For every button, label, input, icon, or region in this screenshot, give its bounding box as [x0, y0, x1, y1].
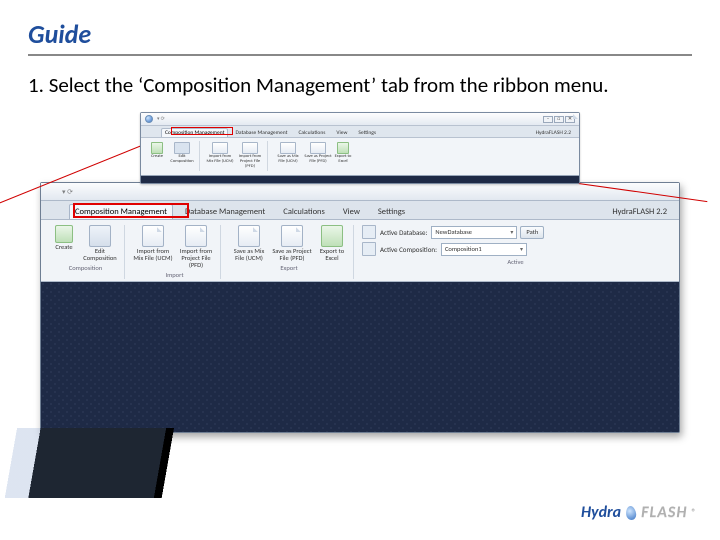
import-ucm-button[interactable]: Import from Mix File (UCM) [206, 142, 234, 169]
group-label: Active [362, 258, 669, 266]
import-pfd-button[interactable]: Import from Project File (PFD) [236, 142, 264, 169]
app-orb-icon [46, 186, 57, 197]
active-database-label: Active Database: [380, 228, 427, 237]
brand-flash: FLASH [641, 503, 687, 522]
group-label: Export [229, 264, 349, 272]
tab-view[interactable]: View [337, 204, 366, 219]
group-active: Active Database: NewDatabase Path Active… [358, 225, 673, 279]
app-orb-icon [145, 115, 153, 123]
database-icon [362, 225, 376, 239]
app-window-small: ▾ ⟳ – □ ✕ Composition Management Databas… [140, 112, 580, 183]
highlight-box-small [171, 127, 233, 135]
tab-database-management[interactable]: Database Management [231, 128, 291, 137]
droplet-icon [625, 505, 637, 520]
save-project-button[interactable]: Save as Project File (PFD) [272, 225, 312, 262]
tab-view[interactable]: View [332, 128, 351, 137]
ribbon-small: Create Edit Composition Import from Mix … [141, 138, 579, 174]
group-label: Composition [51, 264, 120, 272]
group-composition: Create Edit Composition Composition [47, 225, 125, 279]
group-label: Import [133, 271, 216, 279]
tab-calculations[interactable]: Calculations [277, 204, 331, 219]
brand-hydra: Hydra [581, 503, 621, 522]
active-composition-label: Active Composition: [380, 245, 437, 254]
active-database-select[interactable]: NewDatabase [431, 226, 517, 239]
tab-settings[interactable]: Settings [372, 204, 411, 219]
highlight-box-big [73, 203, 189, 218]
path-button[interactable]: Path [520, 226, 544, 239]
create-button[interactable]: Create [51, 225, 77, 262]
ribbon-big: Create Edit Composition Composition Impo… [41, 220, 679, 282]
import-ucm-button[interactable]: Import from Mix File (UCM) [133, 225, 173, 269]
create-button[interactable]: Create [148, 142, 166, 169]
tab-database-management[interactable]: Database Management [179, 204, 271, 219]
edit-composition-button[interactable]: Edit Composition [80, 225, 120, 262]
composition-icon [362, 242, 376, 256]
save-project-button[interactable]: Save as Project File (PFD) [304, 142, 332, 169]
tab-hydraflash[interactable]: HydraFLASH 2.2 [532, 128, 575, 137]
save-mix-button[interactable]: Save as Mix File (UCM) [274, 142, 302, 169]
group-import: Import from Mix File (UCM) Import from P… [129, 225, 221, 279]
titlebar-big: ▾ ⟳ [41, 183, 679, 201]
workspace-area [41, 282, 679, 432]
app-window-zoomed: ▾ ⟳ Composition Management Database Mana… [40, 182, 680, 433]
export-excel-button[interactable]: Export to Excel [315, 225, 349, 262]
registered-icon: ® [691, 507, 696, 518]
content-small [141, 175, 579, 183]
import-pfd-button[interactable]: Import from Project File (PFD) [176, 225, 216, 269]
tab-settings[interactable]: Settings [354, 128, 380, 137]
quick-access: ▾ ⟳ [157, 116, 165, 122]
edit-composition-button[interactable]: Edit Composition [168, 142, 196, 169]
page-title: Guide [28, 18, 692, 56]
save-mix-button[interactable]: Save as Mix File (UCM) [229, 225, 269, 262]
instruction-text: 1. Select the ‘Composition Management’ t… [28, 72, 692, 98]
maximize-button[interactable]: □ [554, 116, 564, 123]
brand-logo: Hydra FLASH ® [581, 503, 696, 522]
tab-hydraflash[interactable]: HydraFLASH 2.2 [606, 204, 673, 219]
titlebar: ▾ ⟳ – □ ✕ [141, 113, 579, 126]
tab-calculations[interactable]: Calculations [294, 128, 329, 137]
group-export: Save as Mix File (UCM) Save as Project F… [225, 225, 354, 279]
decorative-wedge [0, 428, 350, 498]
active-composition-select[interactable]: Composition1 [441, 243, 527, 256]
screenshot-container: ▾ ⟳ – □ ✕ Composition Management Databas… [40, 112, 680, 422]
minimize-button[interactable]: – [543, 116, 553, 123]
export-excel-button[interactable]: Export to Excel [334, 142, 352, 169]
